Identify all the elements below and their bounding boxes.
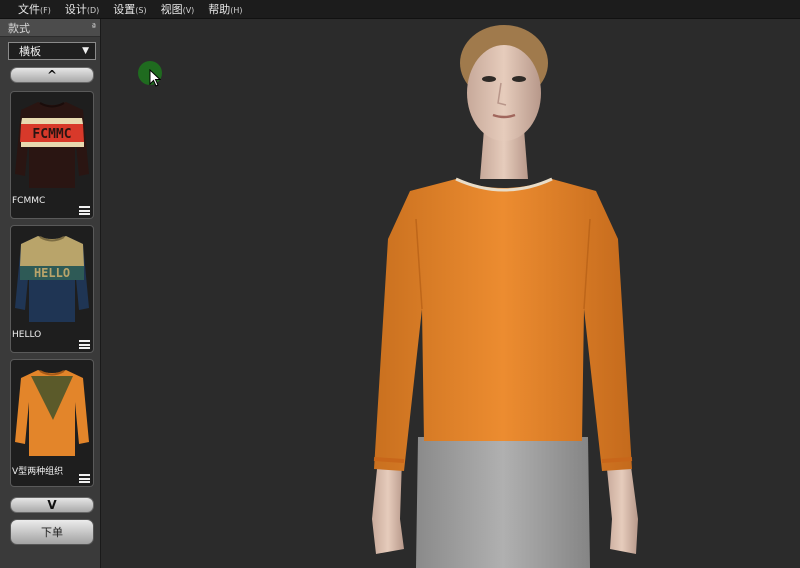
menu-help[interactable]: 帮助(H) [208,1,242,17]
sweater-hello-thumbnail: HELLO [15,236,89,322]
sweater-fcmmc-thumbnail: FCMMC [15,102,89,188]
hamburger-icon[interactable] [79,206,90,215]
cursor-arrow-icon [149,69,161,87]
sweater-v-thumbnail [15,370,89,456]
style-card-fcmmc[interactable]: FCMMC FCMMC [10,91,94,219]
hamburger-icon[interactable] [79,474,90,483]
style-card-label: FCMMC [12,196,46,206]
menu-file[interactable]: 文件(F) [18,1,51,17]
avatar-model [372,25,638,568]
style-card-hello[interactable]: HELLO HELLO [10,225,94,353]
hamburger-icon[interactable] [79,340,90,349]
menu-design[interactable]: 设计(D) [65,1,99,17]
panel-header: 款式 ª [0,19,100,37]
place-order-button[interactable]: 下单 [10,519,94,545]
style-card-label: V型两种组织 [12,467,64,477]
style-category-select[interactable]: 横板 ▼ [8,42,96,60]
sweater-print-text: HELLO [34,266,70,280]
scroll-down-button[interactable]: V [10,497,94,513]
style-panel: 款式 ª 横板 ▼ ^ FCMMC FCMMC HELLO HELLO V型两种… [0,19,101,568]
pin-icon[interactable]: ª [92,23,96,33]
panel-title: 款式 [8,21,30,35]
style-card-label: HELLO [12,330,42,340]
3d-viewport[interactable] [101,19,800,568]
sweater-print-text: FCMMC [32,127,71,142]
menu-view[interactable]: 视图(V) [161,1,195,17]
menu-settings[interactable]: 设置(S) [113,1,146,17]
menu-bar: 文件(F) 设计(D) 设置(S) 视图(V) 帮助(H) [0,0,800,19]
select-value: 横板 [19,45,41,58]
chevron-down-icon: ▼ [82,46,89,56]
scroll-up-button[interactable]: ^ [10,67,94,83]
style-card-v-two-textures[interactable]: V型两种组织 [10,359,94,487]
